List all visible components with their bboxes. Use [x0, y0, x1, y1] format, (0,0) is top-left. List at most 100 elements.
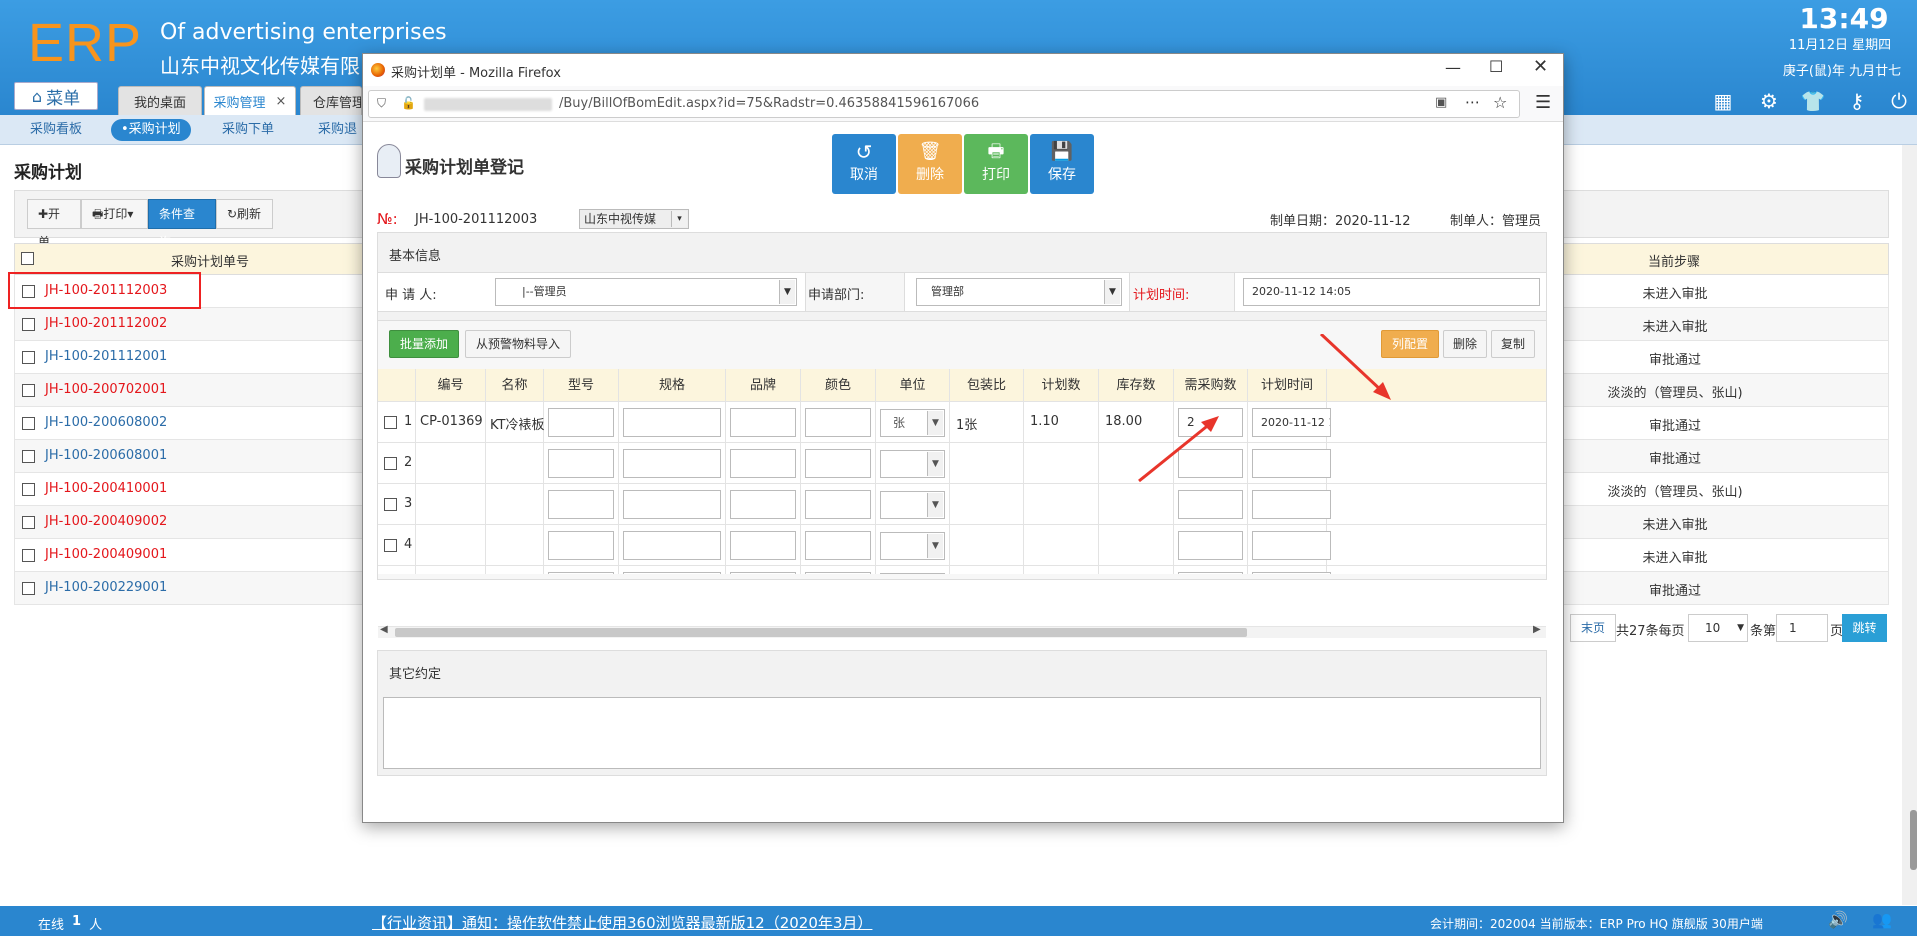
grid-input[interactable]	[548, 490, 614, 519]
row-checkbox[interactable]	[22, 351, 35, 364]
print-button[interactable]: 🖶 打印	[964, 134, 1028, 194]
plan-code-link[interactable]: JH-100-200410001	[45, 481, 167, 496]
apps-icon[interactable]: ▦	[1710, 88, 1736, 114]
other-terms-textarea[interactable]	[383, 697, 1541, 769]
unit-select[interactable]: ▼	[880, 573, 945, 574]
plan-time-input[interactable]: 2020-11-12 14:05	[1243, 278, 1540, 306]
news-link[interactable]: 【行业资讯】通知：操作软件禁止使用360浏览器最新版12（2020年3月）	[372, 912, 872, 933]
plan-code-link[interactable]: JH-100-200229001	[45, 580, 167, 595]
row-checkbox[interactable]	[384, 539, 397, 552]
applicant-select[interactable]: |--管理员 ▼	[495, 278, 797, 306]
scroll-right-icon[interactable]: ▶	[1533, 624, 1541, 635]
grid-input[interactable]	[548, 449, 614, 478]
delete-button[interactable]: 🗑 删除	[898, 134, 962, 194]
shirt-icon[interactable]: 👕	[1800, 88, 1826, 114]
grid-input[interactable]	[805, 531, 871, 560]
row-checkbox[interactable]	[384, 457, 397, 470]
row-checkbox[interactable]	[22, 318, 35, 331]
plan-code-link[interactable]: JH-100-201112002	[45, 316, 167, 331]
page-scrollbar-thumb[interactable]	[1910, 810, 1917, 870]
unit-select[interactable]: ▼	[880, 532, 945, 560]
star-icon[interactable]: ☆	[1493, 93, 1507, 112]
grid-input[interactable]	[730, 408, 796, 437]
maximize-icon[interactable]: ☐	[1489, 57, 1503, 76]
gear-icon[interactable]: ⚙	[1756, 88, 1782, 114]
cancel-button[interactable]: ↺ 取消	[832, 134, 896, 194]
grid-input[interactable]	[730, 449, 796, 478]
close-icon[interactable]: ×	[276, 94, 287, 109]
row-checkbox[interactable]	[22, 516, 35, 529]
grid-input[interactable]	[805, 572, 871, 574]
row-checkbox[interactable]	[384, 498, 397, 511]
company-select[interactable]: 山东中视传媒 ▾	[579, 209, 689, 229]
subnav-purchase-board[interactable]: 采购看板	[20, 119, 92, 141]
save-button[interactable]: 💾 保存	[1030, 134, 1094, 194]
unit-select[interactable]: ▼	[880, 450, 945, 478]
go-button[interactable]: 跳转	[1842, 614, 1887, 642]
row-checkbox[interactable]	[22, 483, 35, 496]
users-icon[interactable]: 👥	[1872, 910, 1892, 929]
row-checkbox[interactable]	[22, 549, 35, 562]
row-checkbox[interactable]	[22, 450, 35, 463]
grid-input[interactable]	[623, 572, 721, 574]
per-page-select[interactable]: 10 ▼	[1688, 614, 1748, 642]
page-number-input[interactable]: 1	[1776, 614, 1828, 642]
tab-warehouse[interactable]: 仓库管理	[300, 86, 362, 115]
tab-my-desktop[interactable]: 我的桌面	[118, 86, 202, 115]
import-warning-button[interactable]: 从预警物料导入	[465, 330, 571, 358]
shield-icon[interactable]: ⛉	[377, 96, 386, 111]
key-icon[interactable]: ⚷	[1844, 88, 1870, 114]
plan-code-link[interactable]: JH-100-200702001	[45, 382, 167, 397]
plan-time-cell-input[interactable]	[1252, 572, 1331, 574]
unit-select[interactable]: ▼	[880, 491, 945, 519]
grid-input[interactable]	[805, 490, 871, 519]
grid-input[interactable]	[623, 408, 721, 437]
more-icon[interactable]: ⋯	[1465, 93, 1480, 111]
grid-input[interactable]	[730, 531, 796, 560]
hamburger-menu-icon[interactable]: ☰	[1535, 92, 1551, 113]
insecure-lock-icon[interactable]: 🔓	[401, 96, 416, 110]
need-qty-input[interactable]	[1178, 531, 1243, 560]
grid-hscrollbar-thumb[interactable]	[395, 628, 1247, 637]
grid-input[interactable]	[623, 531, 721, 560]
print-dropdown-button[interactable]: 🖶打印▾	[81, 199, 148, 229]
refresh-button[interactable]: ↻刷新	[216, 199, 273, 229]
plan-code-link[interactable]: JH-100-200608002	[45, 415, 167, 430]
select-all-checkbox[interactable]	[21, 252, 34, 265]
tab-purchase-management[interactable]: 采购管理 ×	[204, 86, 296, 115]
unit-select[interactable]: 张 ▼	[880, 409, 945, 437]
grid-input[interactable]	[548, 408, 614, 437]
new-order-button[interactable]: ✚开单	[27, 199, 81, 249]
query-button[interactable]: 条件查询	[148, 199, 216, 249]
scroll-left-icon[interactable]: ◀	[380, 624, 388, 635]
grid-input[interactable]	[548, 572, 614, 574]
url-bar[interactable]: ⛉ 🔓 /Buy/BillOfBomEdit.aspx?id=75&Radstr…	[368, 90, 1520, 118]
power-icon[interactable]: ⏻	[1886, 88, 1912, 114]
subnav-purchase-order[interactable]: 采购下单	[212, 119, 284, 141]
grid-input[interactable]	[805, 449, 871, 478]
row-checkbox[interactable]	[22, 582, 35, 595]
page-scrollbar[interactable]	[1902, 145, 1917, 905]
subnav-purchase-plan[interactable]: •采购计划	[111, 119, 191, 141]
subnav-purchase-return[interactable]: 采购退	[308, 119, 367, 141]
plan-code-link[interactable]: JH-100-201112001	[45, 349, 167, 364]
row-checkbox[interactable]	[22, 417, 35, 430]
menu-button[interactable]: ⌂ 菜单	[14, 82, 98, 110]
qr-code-icon[interactable]: ▣	[1435, 95, 1447, 110]
grid-input[interactable]	[623, 449, 721, 478]
plan-code-link[interactable]: JH-100-200409001	[45, 547, 167, 562]
grid-input[interactable]	[548, 531, 614, 560]
row-checkbox[interactable]	[384, 416, 397, 429]
volume-icon[interactable]: 🔊	[1828, 910, 1848, 929]
grid-input[interactable]	[730, 490, 796, 519]
plan-code-link[interactable]: JH-100-200409002	[45, 514, 167, 529]
plan-code-link[interactable]: JH-100-200608001	[45, 448, 167, 463]
row-checkbox[interactable]	[22, 384, 35, 397]
batch-add-button[interactable]: 批量添加	[389, 330, 459, 358]
window-close-icon[interactable]: ✕	[1533, 56, 1548, 77]
grid-input[interactable]	[730, 572, 796, 574]
plan-time-cell-input[interactable]	[1252, 531, 1331, 560]
minimize-icon[interactable]: —	[1445, 58, 1461, 77]
need-qty-input[interactable]	[1178, 572, 1243, 574]
grid-input[interactable]	[623, 490, 721, 519]
